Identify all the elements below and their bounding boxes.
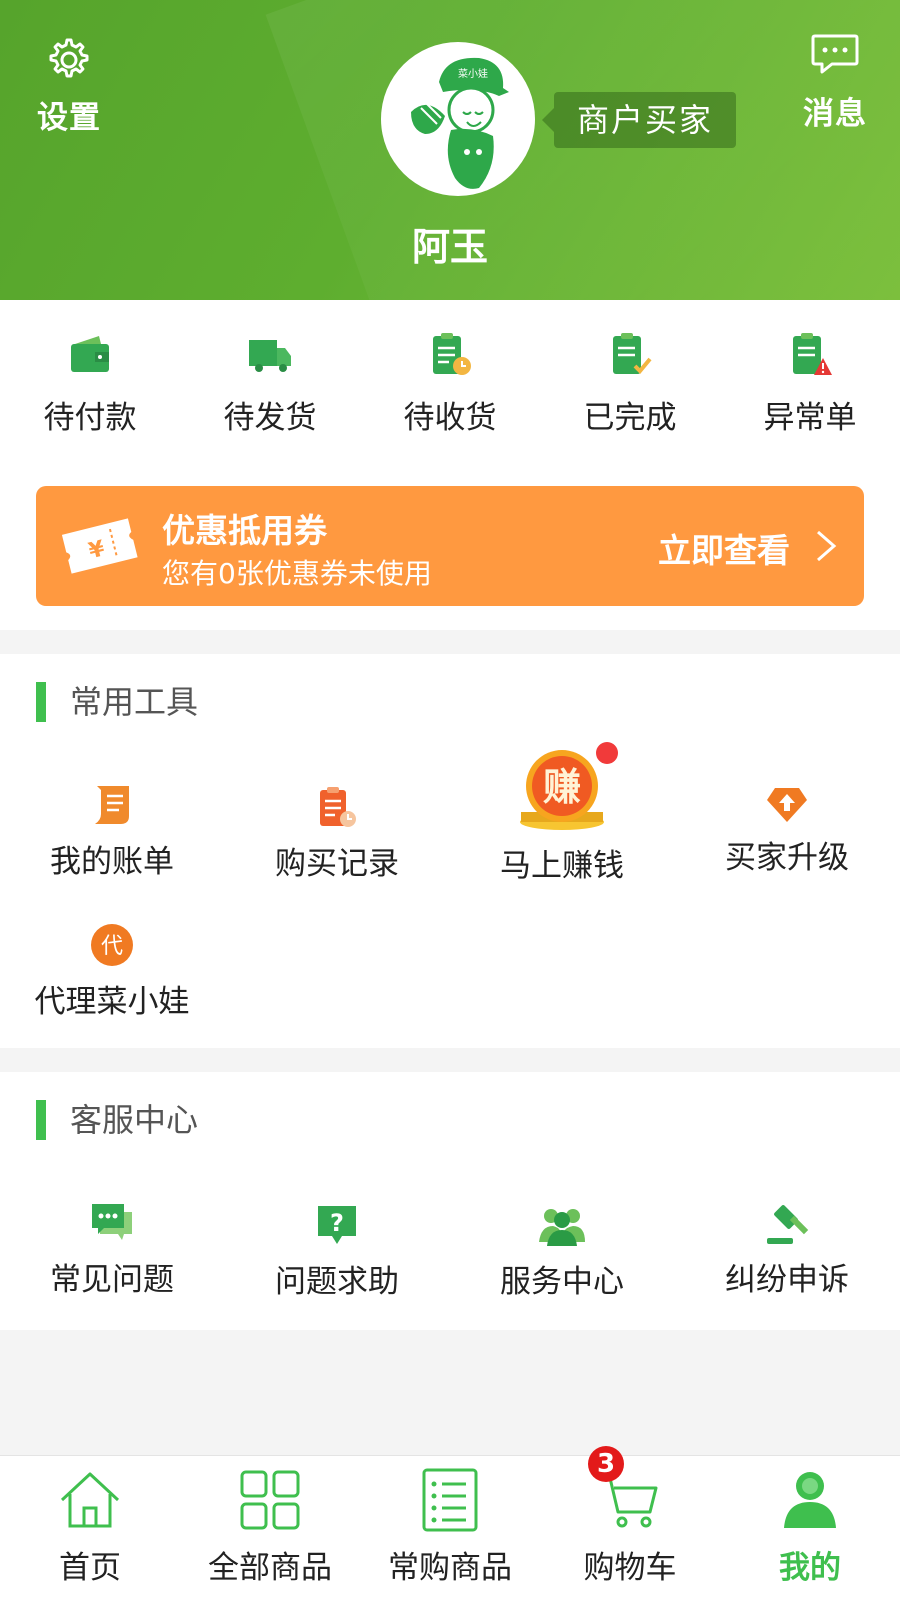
tool-label: 我的账单 [50,844,174,880]
tool-buyer-upgrade[interactable]: 买家升级 [687,784,887,877]
tool-agent[interactable]: 代 代理菜小娃 [12,922,212,1021]
tools-section: 常用工具 我的账单 购买记录 赚 马上赚钱 买家升级 代 代理菜小娃 [0,654,900,1048]
wallet-icon [71,336,109,372]
messages-button[interactable]: 消息 [800,32,870,133]
order-status-panel: 待付款 待发货 待收货 已完成 异常单 ¥ 优惠抵用券 您有0张优惠券未使用 立… [0,300,900,630]
agent-icon: 代 [91,924,133,966]
section-title: 常用工具 [36,682,198,722]
role-badge: 商户买家 [542,92,736,148]
service-faq[interactable]: 常见问题 [12,1200,212,1299]
order-label: 已完成 [583,400,677,436]
gavel-icon [767,1205,809,1244]
tool-my-bill[interactable]: 我的账单 [12,782,212,881]
tool-purchase-history[interactable]: 购买记录 [237,784,437,883]
svg-text:赚: 赚 [543,765,581,809]
nav-label: 购物车 [583,1550,677,1586]
nav-cart[interactable]: 购物车 [540,1466,720,1587]
list-icon [422,1468,478,1532]
clipboard-warning-icon [793,333,832,375]
coupon-subtitle: 您有0张优惠券未使用 [162,557,432,590]
service-help[interactable]: ? 问题求助 [237,1202,437,1301]
people-icon [539,1209,585,1246]
settings-label: 设置 [37,100,101,136]
nav-all-products[interactable]: 全部商品 [180,1466,360,1587]
tool-label: 纠纷申诉 [725,1262,849,1298]
earn-coin-icon: 赚 [520,750,604,830]
scroll-icon [95,786,129,824]
order-pending-receipt[interactable]: 待收货 [380,330,520,437]
tool-label: 马上赚钱 [500,848,624,884]
tool-label: 服务中心 [500,1264,624,1300]
order-label: 异常单 [763,400,857,436]
order-label: 待发货 [223,400,317,436]
mascot-logo: 菜小娃 [411,57,509,189]
upgrade-diamond-icon [767,788,807,822]
order-completed[interactable]: 已完成 [560,330,700,437]
svg-text:代: 代 [101,934,123,959]
notification-dot [596,742,618,764]
grid-icon [240,1470,300,1530]
ticket-icon: ¥ [61,518,138,574]
nav-label: 全部商品 [208,1550,332,1586]
messages-label: 消息 [803,96,867,132]
order-exception[interactable]: 异常单 [740,330,880,437]
nav-label: 常购商品 [388,1550,512,1586]
tool-label: 常见问题 [50,1262,174,1298]
nav-frequent-products[interactable]: 常购商品 [360,1466,540,1587]
profile-header: 设置 菜小娃 商户买家 阿玉 消息 [0,0,900,300]
tool-label: 问题求助 [275,1264,399,1300]
bottom-navigation: 首页 全部商品 常购商品 购物车 我的 [0,1455,900,1600]
service-section: 客服中心 常见问题 ? 问题求助 服务中心 纠纷申诉 [0,1072,900,1330]
service-center[interactable]: 服务中心 [462,1202,662,1301]
tool-label: 购买记录 [275,846,399,882]
nav-label: 我的 [779,1550,841,1586]
settings-button[interactable]: 设置 [34,34,104,137]
chat-bubbles-icon [92,1204,132,1240]
tool-label: 买家升级 [725,840,849,876]
service-dispute[interactable]: 纠纷申诉 [687,1200,887,1299]
nav-mine[interactable]: 我的 [720,1466,900,1587]
svg-text:?: ? [330,1209,344,1237]
home-icon [60,1472,120,1528]
section-title: 客服中心 [36,1100,198,1140]
coupon-banner[interactable]: ¥ 优惠抵用券 您有0张优惠券未使用 立即查看 [36,486,864,606]
coupon-title: 优惠抵用券 [162,511,327,550]
message-icon [811,34,859,74]
nav-home[interactable]: 首页 [0,1466,180,1587]
logo-text: 菜小娃 [458,67,488,80]
truck-icon [249,340,291,372]
order-label: 待付款 [43,400,137,436]
nav-label: 首页 [59,1550,121,1586]
user-icon [784,1472,836,1528]
clipboard-clock-icon [433,333,471,375]
question-icon: ? [318,1206,356,1244]
coupon-view-link[interactable]: 立即查看 [658,524,790,572]
clipboard-check-icon [613,333,652,374]
avatar[interactable]: 菜小娃 [381,42,535,196]
order-label: 待收货 [403,400,497,436]
tool-earn-money[interactable]: 赚 马上赚钱 [462,748,662,885]
order-pending-shipment[interactable]: 待发货 [200,330,340,437]
gear-icon [49,38,89,78]
cart-count-badge: 3 [588,1446,624,1482]
order-pending-payment[interactable]: 待付款 [20,330,160,437]
chevron-right-icon [817,530,837,562]
tool-label: 代理菜小娃 [34,984,190,1020]
username: 阿玉 [411,225,488,269]
clipboard-history-icon [320,787,356,827]
